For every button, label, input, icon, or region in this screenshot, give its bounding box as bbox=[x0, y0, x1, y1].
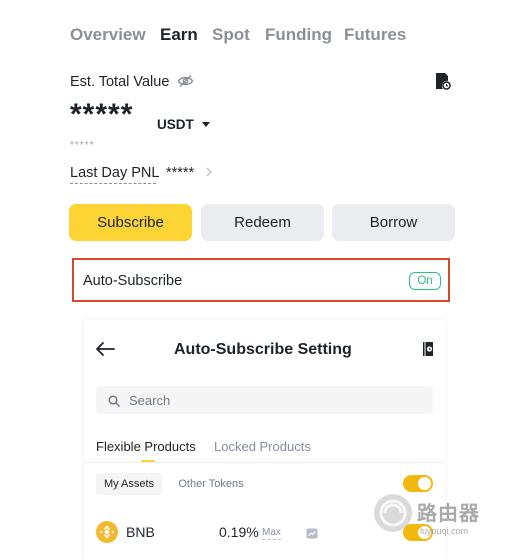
tab-earn[interactable]: Earn bbox=[160, 25, 198, 45]
search-input[interactable]: Search bbox=[96, 386, 433, 414]
total-value-hidden: ***** bbox=[70, 98, 134, 131]
history-document-icon[interactable] bbox=[421, 341, 435, 362]
toggle-knob bbox=[418, 477, 431, 490]
setting-page-title: Auto-Subscribe Setting bbox=[174, 341, 352, 358]
watermark-logo-icon bbox=[372, 492, 414, 539]
tab-overview[interactable]: Overview bbox=[70, 25, 146, 45]
eye-off-icon[interactable] bbox=[177, 74, 194, 93]
watermark-url: luyouqi.com bbox=[420, 526, 469, 536]
last-day-pnl[interactable]: Last Day PNL ***** bbox=[70, 165, 213, 184]
bnb-coin-icon bbox=[96, 521, 118, 548]
chip-other-tokens[interactable]: Other Tokens bbox=[172, 473, 250, 495]
est-total-value-label: Est. Total Value bbox=[70, 74, 170, 90]
tab-funding[interactable]: Funding bbox=[265, 25, 332, 45]
back-arrow-icon[interactable] bbox=[95, 341, 115, 362]
search-placeholder: Search bbox=[129, 393, 171, 408]
currency-selector[interactable]: USDT bbox=[157, 117, 210, 132]
subscribe-button[interactable]: Subscribe bbox=[69, 204, 192, 241]
currency-label: USDT bbox=[157, 117, 194, 132]
chart-trend-icon[interactable] bbox=[306, 526, 318, 544]
tab-flexible-products[interactable]: Flexible Products bbox=[96, 439, 196, 454]
tab-spot[interactable]: Spot bbox=[212, 25, 250, 45]
asset-coin-name: BNB bbox=[126, 524, 155, 540]
apr-max-tag: Max bbox=[262, 527, 281, 540]
pnl-dashed-underline bbox=[70, 183, 156, 184]
redeem-button[interactable]: Redeem bbox=[201, 204, 324, 241]
asset-apr-rate: 0.19% bbox=[219, 524, 259, 540]
master-auto-subscribe-toggle[interactable] bbox=[403, 475, 433, 492]
tab-futures[interactable]: Futures bbox=[344, 25, 406, 45]
borrow-button[interactable]: Borrow bbox=[332, 204, 455, 241]
converted-value-hidden: ***** bbox=[70, 140, 95, 151]
pnl-value-hidden: ***** bbox=[165, 165, 195, 181]
auto-subscribe-status-badge: On bbox=[409, 272, 441, 290]
pnl-label: Last Day PNL bbox=[70, 165, 159, 181]
caret-down-icon bbox=[201, 121, 210, 127]
search-icon bbox=[108, 394, 120, 412]
auto-subscribe-row[interactable]: Auto-Subscribe On bbox=[72, 258, 450, 302]
tabs-divider bbox=[84, 462, 445, 463]
auto-subscribe-label: Auto-Subscribe bbox=[83, 273, 183, 289]
document-clock-icon[interactable] bbox=[434, 72, 452, 96]
chip-my-assets[interactable]: My Assets bbox=[96, 473, 162, 495]
watermark-text: 路由器 bbox=[417, 503, 480, 525]
tab-locked-products[interactable]: Locked Products bbox=[214, 439, 311, 454]
chevron-right-icon bbox=[206, 165, 213, 181]
